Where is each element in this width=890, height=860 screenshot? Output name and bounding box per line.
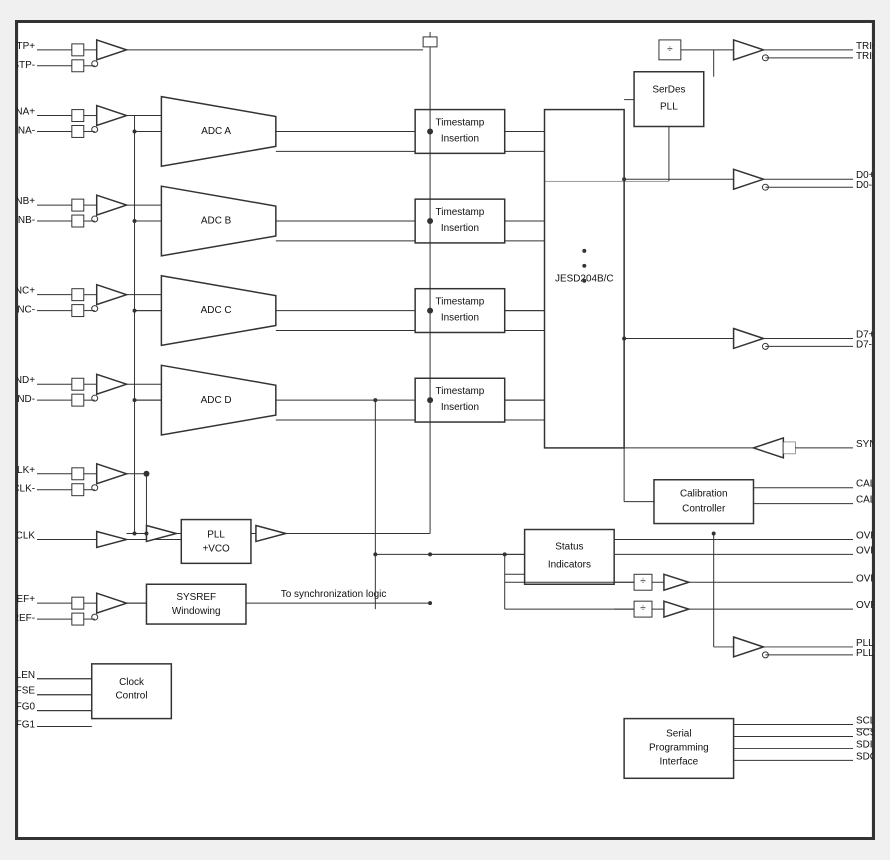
sysref-win-label: SYSREF	[176, 592, 216, 603]
pin-caltrig: CALTRIG	[856, 479, 873, 490]
pin-clk-minus: CLK-	[17, 484, 35, 495]
pin-syncse: SYNCSE\	[856, 439, 873, 450]
ts3-label: Timestamp	[436, 297, 485, 308]
pin-tmstp-minus: TMSTP-	[17, 60, 35, 71]
svg-text:÷: ÷	[667, 44, 673, 55]
pin-clk-plus: CLK+	[17, 465, 35, 476]
pin-ovrc: OVRC	[856, 573, 873, 584]
status-ind-label: Status	[555, 541, 583, 552]
pin-sclk: SCLK	[856, 716, 873, 727]
pin-sysref-plus: SYSREF+	[17, 594, 35, 605]
svg-text:Interface: Interface	[660, 756, 699, 767]
serial-prog-label: Serial	[666, 728, 691, 739]
pin-inc-minus: INC-	[17, 305, 35, 316]
svg-text:Insertion: Insertion	[441, 313, 479, 324]
svg-text:Windowing: Windowing	[172, 606, 221, 617]
pin-ind-minus: IND-	[17, 394, 35, 405]
pin-ina-minus: INA-	[17, 125, 35, 136]
svg-text:Programming: Programming	[649, 742, 709, 753]
svg-text:Controller: Controller	[682, 504, 726, 515]
pin-sdo: SDO	[856, 751, 873, 762]
pin-inc-plus: INC+	[17, 286, 35, 297]
svg-text:Control: Control	[116, 691, 148, 702]
svg-text:Insertion: Insertion	[441, 223, 479, 234]
svg-text:÷: ÷	[640, 603, 646, 614]
pin-inb-plus: INB+	[17, 196, 35, 207]
adc-b-label: ADC B	[201, 216, 232, 227]
pin-clkcfg0: CLKCFG0	[17, 702, 35, 713]
svg-text:PLL: PLL	[660, 102, 678, 113]
svg-text:Insertion: Insertion	[441, 133, 479, 144]
pin-pllen: PLLEN	[17, 670, 35, 681]
diagram-container: TMSTP+ TMSTP- INA+ INA- INB+ INB-	[15, 20, 875, 840]
adc-a-label: ADC A	[201, 126, 231, 137]
pin-ina-plus: INA+	[17, 107, 35, 118]
pin-ovrd: OVRD	[856, 600, 873, 611]
sync-logic-label: To synchronization logic	[281, 589, 387, 600]
ts4-label: Timestamp	[436, 386, 485, 397]
svg-text:÷: ÷	[640, 576, 646, 587]
pin-clkcfg1: CLKCFG1	[17, 720, 35, 731]
pin-scs: SCS	[856, 728, 873, 739]
pin-ind-plus: IND+	[17, 375, 35, 386]
pin-sdi: SDI	[856, 739, 873, 750]
ts1-label: Timestamp	[436, 117, 485, 128]
pin-inb-minus: INB-	[17, 215, 35, 226]
pin-se-clk: SE_CLK	[17, 530, 35, 541]
pin-sysref-minus: SYSREF-	[17, 613, 35, 624]
ts2-label: Timestamp	[436, 207, 485, 218]
pin-trigout-minus: TRIGOUT-	[856, 51, 873, 62]
cal-ctrl-label: Calibration	[680, 489, 728, 500]
pll-vco-label: PLL	[207, 529, 225, 540]
svg-text:Indicators: Indicators	[548, 559, 591, 570]
pin-d0-minus: D0-	[856, 180, 872, 191]
adc-d-label: ADC D	[201, 395, 232, 406]
clock-ctrl-label: Clock	[119, 677, 144, 688]
pin-ovrb: OVRB	[856, 545, 873, 556]
pin-calstat: CALSTAT	[856, 495, 873, 506]
serdes-label: SerDes	[652, 85, 685, 96]
pin-tmstp-plus: TMSTP+	[17, 41, 35, 52]
svg-text:Insertion: Insertion	[441, 402, 479, 413]
svg-text:+VCO: +VCO	[202, 543, 230, 554]
pin-pllrefo-minus: PLLREFO-	[856, 648, 873, 659]
adc-c-label: ADC C	[201, 305, 232, 316]
pin-pllrefse: PLLREFSE	[17, 686, 35, 697]
pin-d7-minus: D7-	[856, 339, 872, 350]
pin-ovra: OVRA	[856, 530, 873, 541]
